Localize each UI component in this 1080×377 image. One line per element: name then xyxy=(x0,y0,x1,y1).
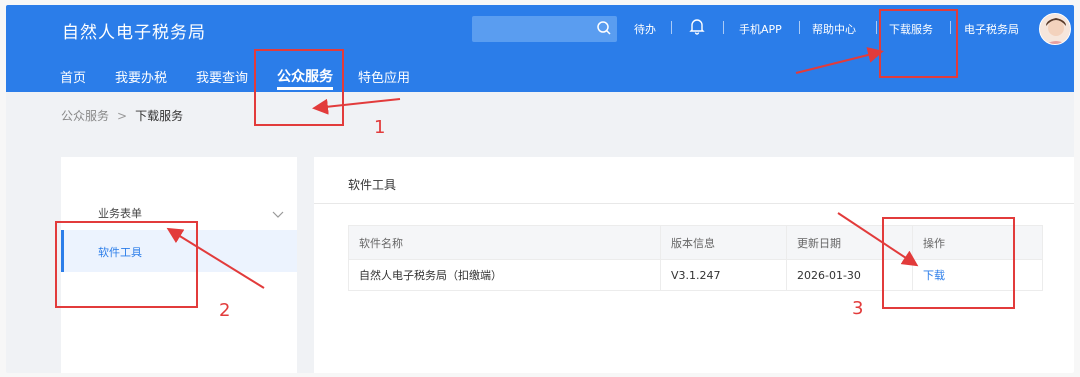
help-center-link[interactable]: 帮助中心 xyxy=(812,21,856,37)
breadcrumb-current: 下载服务 xyxy=(135,109,184,123)
breadcrumb-parent[interactable]: 公众服务 xyxy=(61,109,109,123)
annotation-box-1 xyxy=(254,49,344,126)
annotation-box-2 xyxy=(55,221,198,308)
nav-handle-tax[interactable]: 我要办税 xyxy=(115,67,167,86)
avatar[interactable] xyxy=(1039,13,1071,45)
divider xyxy=(671,21,672,34)
divider xyxy=(314,203,1074,204)
software-name: 自然人电子税务局（扣缴端） xyxy=(348,259,661,291)
annotation-number-1: 1 xyxy=(374,117,386,138)
e-tax-bureau-link[interactable]: 电子税务局 xyxy=(964,21,1019,37)
nav-query[interactable]: 我要查询 xyxy=(196,67,248,86)
column-header: 版本信息 xyxy=(660,225,787,260)
annotation-box-3 xyxy=(882,217,1015,309)
todo-link[interactable]: 待办 xyxy=(634,21,656,37)
app-title: 自然人电子税务局 xyxy=(62,23,206,43)
nav-featured-apps[interactable]: 特色应用 xyxy=(358,67,410,86)
annotation-number-2: 2 xyxy=(219,300,231,321)
divider xyxy=(876,21,877,34)
nav-home[interactable]: 首页 xyxy=(60,67,86,86)
bell-icon[interactable] xyxy=(689,17,705,39)
chevron-down-icon[interactable] xyxy=(272,204,284,223)
column-header: 软件名称 xyxy=(348,225,661,260)
annotation-number-3: 3 xyxy=(852,298,864,319)
search-input[interactable] xyxy=(472,16,617,42)
panel-title: 软件工具 xyxy=(348,178,397,192)
breadcrumb-separator: > xyxy=(117,109,128,123)
sidebar-group-forms[interactable]: 业务表单 xyxy=(98,205,142,221)
search-icon[interactable] xyxy=(596,20,612,40)
version-info: V3.1.247 xyxy=(660,259,787,291)
divider xyxy=(723,21,724,34)
mobile-app-link[interactable]: 手机APP xyxy=(739,21,782,37)
breadcrumb: 公众服务 > 下载服务 xyxy=(61,107,183,124)
divider xyxy=(799,21,800,34)
annotation-box-header xyxy=(879,9,958,78)
